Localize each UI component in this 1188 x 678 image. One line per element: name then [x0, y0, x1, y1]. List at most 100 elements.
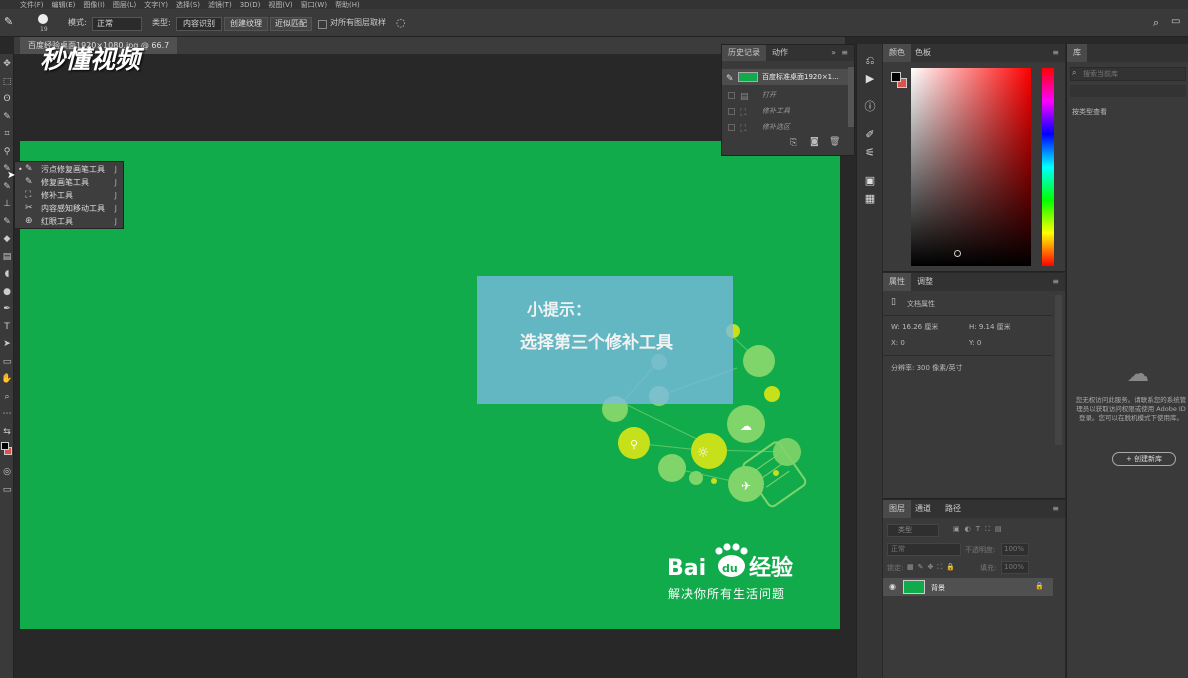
menu-item[interactable]: 文字(Y) — [144, 1, 168, 9]
tab-color[interactable]: 颜色 — [883, 44, 911, 62]
tab-actions[interactable]: 动作 — [766, 45, 794, 61]
flyout-item[interactable]: ✂ 内容感知移动工具 J — [15, 202, 123, 215]
tab-properties[interactable]: 属性 — [883, 273, 911, 291]
clone-stamp-icon[interactable]: ⊥ — [1, 198, 13, 210]
gradient-icon[interactable]: ▤ — [1, 251, 13, 263]
camera-icon[interactable]: ◙ — [810, 137, 819, 147]
eraser-icon[interactable]: ◆ — [1, 233, 13, 245]
history-source-box[interactable] — [728, 108, 735, 115]
more-tools-icon[interactable]: ⋯ — [1, 408, 13, 420]
document-canvas[interactable]: ☼ ☁ ✈ ⚲ 小提示： 选择第三个修补工具 Bai du 经验 解决你所有生活… — [20, 141, 840, 629]
history-source-box[interactable] — [728, 124, 735, 131]
quick-mask-icon[interactable]: ◎ — [1, 466, 13, 478]
flyout-item[interactable]: • ✎ 污点修复画笔工具 J — [15, 163, 123, 176]
patch-tool-icon[interactable]: ✎ — [4, 15, 18, 29]
workspace-icon[interactable]: ▭ — [1171, 16, 1180, 27]
color-field[interactable] — [911, 68, 1031, 266]
panel-menu-icon[interactable]: ≡ — [1052, 504, 1059, 513]
blur-tool-icon[interactable]: ◖ — [1, 268, 13, 280]
menu-item[interactable]: 3D(D) — [240, 1, 261, 9]
swap-colors-icon[interactable]: ⇆ — [1, 426, 13, 438]
history-row-open[interactable]: ▤ 打开 — [722, 87, 850, 103]
actions-play-icon[interactable]: ▶ — [863, 72, 877, 86]
flyout-item[interactable]: ✎ 修复画笔工具 J — [15, 176, 123, 189]
menu-item[interactable]: 图层(L) — [113, 1, 136, 9]
hand-tool-icon[interactable]: ✋ — [1, 373, 13, 385]
brush-panel-icon[interactable]: ✐ — [863, 128, 877, 142]
history-row-patch-selection[interactable]: ⛶ 修补选区 — [722, 119, 850, 135]
proximity-match-button[interactable]: 近似匹配 — [270, 17, 312, 31]
history-row-patch[interactable]: ⛶ 修补工具 — [722, 103, 850, 119]
adjust-icon[interactable]: ⚟ — [863, 146, 877, 160]
color-picker-handle[interactable] — [954, 250, 961, 257]
new-document-icon[interactable]: ⎘ — [790, 138, 797, 148]
create-texture-button[interactable]: 创建纹理 — [224, 17, 268, 31]
library-select[interactable] — [1070, 85, 1186, 97]
view-by-type[interactable]: 按类型查看 — [1072, 107, 1107, 117]
tab-library[interactable]: 库 — [1067, 44, 1087, 62]
foreground-swatch[interactable] — [891, 72, 901, 82]
create-library-button[interactable]: + 创建新库 — [1112, 452, 1176, 466]
menu-item[interactable]: 编辑(E) — [52, 1, 76, 9]
screen-mode-icon[interactable]: ▭ — [1, 484, 13, 496]
layer-filter-icons[interactable]: ▣◐T⛶▤ — [953, 525, 1007, 534]
menu-item[interactable]: 文件(F) — [20, 1, 44, 9]
properties-scrollbar[interactable] — [1055, 295, 1062, 445]
menu-item[interactable]: 视图(V) — [268, 1, 292, 9]
type-tool-icon[interactable]: T — [1, 321, 13, 333]
marquee-tool-icon[interactable]: ⬚ — [1, 76, 13, 88]
menu-item[interactable]: 滤镜(T) — [208, 1, 232, 9]
hue-slider[interactable] — [1042, 68, 1054, 266]
path-select-icon[interactable]: ➤ — [1, 338, 13, 350]
opacity-input[interactable]: 100% — [1001, 543, 1029, 556]
library-search-input[interactable]: 搜索当前库 — [1070, 67, 1186, 81]
tab-channels[interactable]: 通道 — [909, 500, 937, 518]
mode-select[interactable]: 正常 — [92, 17, 142, 31]
search-icon[interactable]: ⌕ — [1153, 16, 1159, 30]
panel-menu-icon[interactable]: ≡ — [1052, 277, 1059, 286]
history-source-box[interactable] — [728, 92, 735, 99]
blend-mode-select[interactable]: 正常 — [887, 543, 961, 556]
dodge-tool-icon[interactable]: ● — [1, 286, 13, 298]
layer-row-background[interactable]: ◉ 背景 🔒 — [883, 578, 1053, 596]
tab-swatches[interactable]: 色板 — [909, 44, 937, 62]
menu-item[interactable]: 窗口(W) — [301, 1, 327, 9]
crop-tool-icon[interactable]: ⌗ — [1, 128, 13, 140]
eyedropper-icon[interactable]: ⚲ — [1, 146, 13, 158]
layer-kind-filter[interactable]: 类型 — [887, 524, 939, 537]
brush-tool-icon[interactable]: ✎ — [1, 181, 13, 193]
panel-menu-icon[interactable]: ≡ — [1052, 48, 1059, 57]
tab-paths[interactable]: 路径 — [939, 500, 967, 518]
tab-layers[interactable]: 图层 — [883, 500, 911, 518]
move-tool-icon[interactable]: ✥ — [1, 58, 13, 70]
menu-item[interactable]: 图像(I) — [83, 1, 105, 9]
zoom-tool-icon[interactable]: ⌕ — [1, 391, 13, 403]
foreground-color-swatch[interactable] — [1, 442, 9, 450]
note-icon[interactable]: ▦ — [863, 192, 877, 206]
sample-all-checkbox[interactable] — [318, 20, 327, 29]
quick-select-icon[interactable]: ✎ — [1, 111, 13, 123]
flyout-item[interactable]: ⊕ 红眼工具 J — [15, 215, 123, 228]
shape-tool-icon[interactable]: ▭ — [1, 356, 13, 368]
brush-source-icon[interactable]: ✎ — [726, 71, 734, 87]
history-scrollbar[interactable] — [848, 67, 854, 127]
lock-icons[interactable]: ▦✎✥⛶🔒 — [907, 563, 959, 572]
history-brush-icon[interactable]: ✎ — [1, 216, 13, 228]
tab-adjustments[interactable]: 调整 — [911, 273, 939, 291]
history-panel-icon[interactable]: ⎌ — [863, 54, 877, 68]
pen-tool-icon[interactable]: ✒ — [1, 303, 13, 315]
paragraph-icon[interactable]: ▣ — [863, 174, 877, 188]
lasso-tool-icon[interactable]: ʘ — [1, 93, 13, 105]
menu-item[interactable]: 选择(S) — [176, 1, 200, 9]
pressure-icon[interactable]: ◌ — [396, 16, 406, 29]
panel-menu-icon[interactable]: ≡ — [841, 48, 848, 57]
history-row-snapshot[interactable]: ✎ 百度标准桌面1920×1... — [722, 69, 850, 85]
info-icon[interactable]: ⓘ — [863, 100, 877, 114]
collapse-icon[interactable]: » — [831, 48, 836, 57]
trash-icon[interactable]: 🗑 — [829, 137, 840, 147]
fill-input[interactable]: 100% — [1001, 561, 1029, 574]
flyout-item[interactable]: ⛶ 修补工具 J — [15, 189, 123, 202]
menu-item[interactable]: 帮助(H) — [335, 1, 360, 9]
brush-preview-icon[interactable] — [38, 14, 48, 24]
visibility-eye-icon[interactable]: ◉ — [889, 582, 896, 591]
